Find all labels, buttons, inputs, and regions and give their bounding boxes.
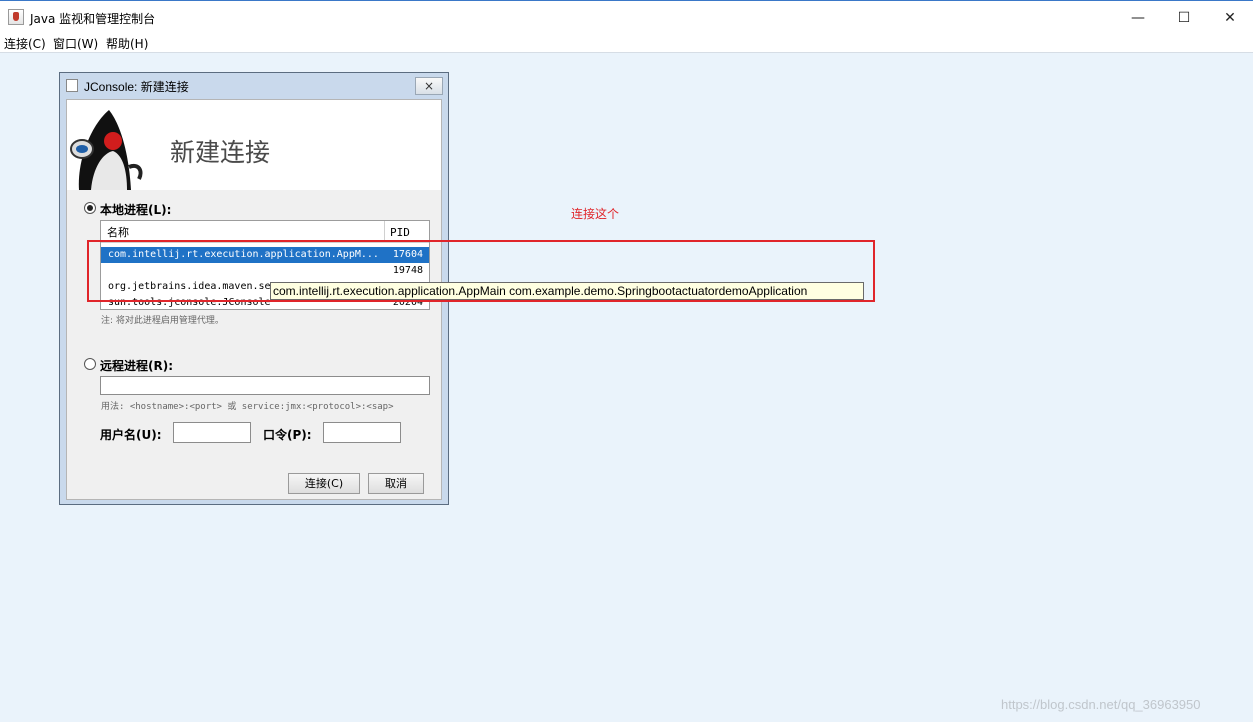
menu-bar: 连接(C) 窗口(W) 帮助(H) [0,33,1253,53]
connect-button[interactable]: 连接(C) [288,473,360,494]
java-cup-icon [8,9,24,25]
dialog-close-button[interactable]: × [415,77,443,95]
minimize-button[interactable]: — [1115,5,1161,31]
remote-usage-note: 用法: <hostname>:<port> 或 service:jmx:<pro… [101,402,394,412]
window-title: Java 监视和管理控制台 [30,12,156,26]
menu-window[interactable]: 窗口(W) [53,35,98,52]
banner-title: 新建连接 [170,138,271,167]
password-label: 口令(P): [263,428,312,442]
local-process-note: 注: 将对此进程启用管理代理。 [101,316,224,326]
password-field[interactable] [323,422,401,443]
banner: 新建连接 [67,100,441,190]
highlight-box [87,240,875,302]
maximize-button[interactable]: ☐ [1161,5,1207,31]
menu-help[interactable]: 帮助(H) [106,35,148,52]
menu-connect[interactable]: 连接(C) [4,35,46,52]
annotation-text: 连接这个 [571,207,620,221]
remote-process-label: 远程进程(R): [100,359,174,373]
close-window-button[interactable]: ✕ [1207,5,1253,31]
title-bar: Java 监视和管理控制台 — ☐ ✕ [0,0,1253,33]
dialog-icon [66,79,78,92]
duke-mascot-icon [70,110,143,190]
dialog-title: JConsole: 新建连接 [84,80,189,94]
watermark: https://blog.csdn.net/qq_36963950 [1001,697,1201,712]
username-label: 用户名(U): [100,428,162,442]
username-field[interactable] [173,422,251,443]
local-process-radio[interactable] [84,202,96,214]
cancel-button[interactable]: 取消 [368,473,424,494]
remote-address-input[interactable] [100,376,430,395]
local-process-label: 本地进程(L): [100,203,172,217]
remote-process-radio[interactable] [84,358,96,370]
